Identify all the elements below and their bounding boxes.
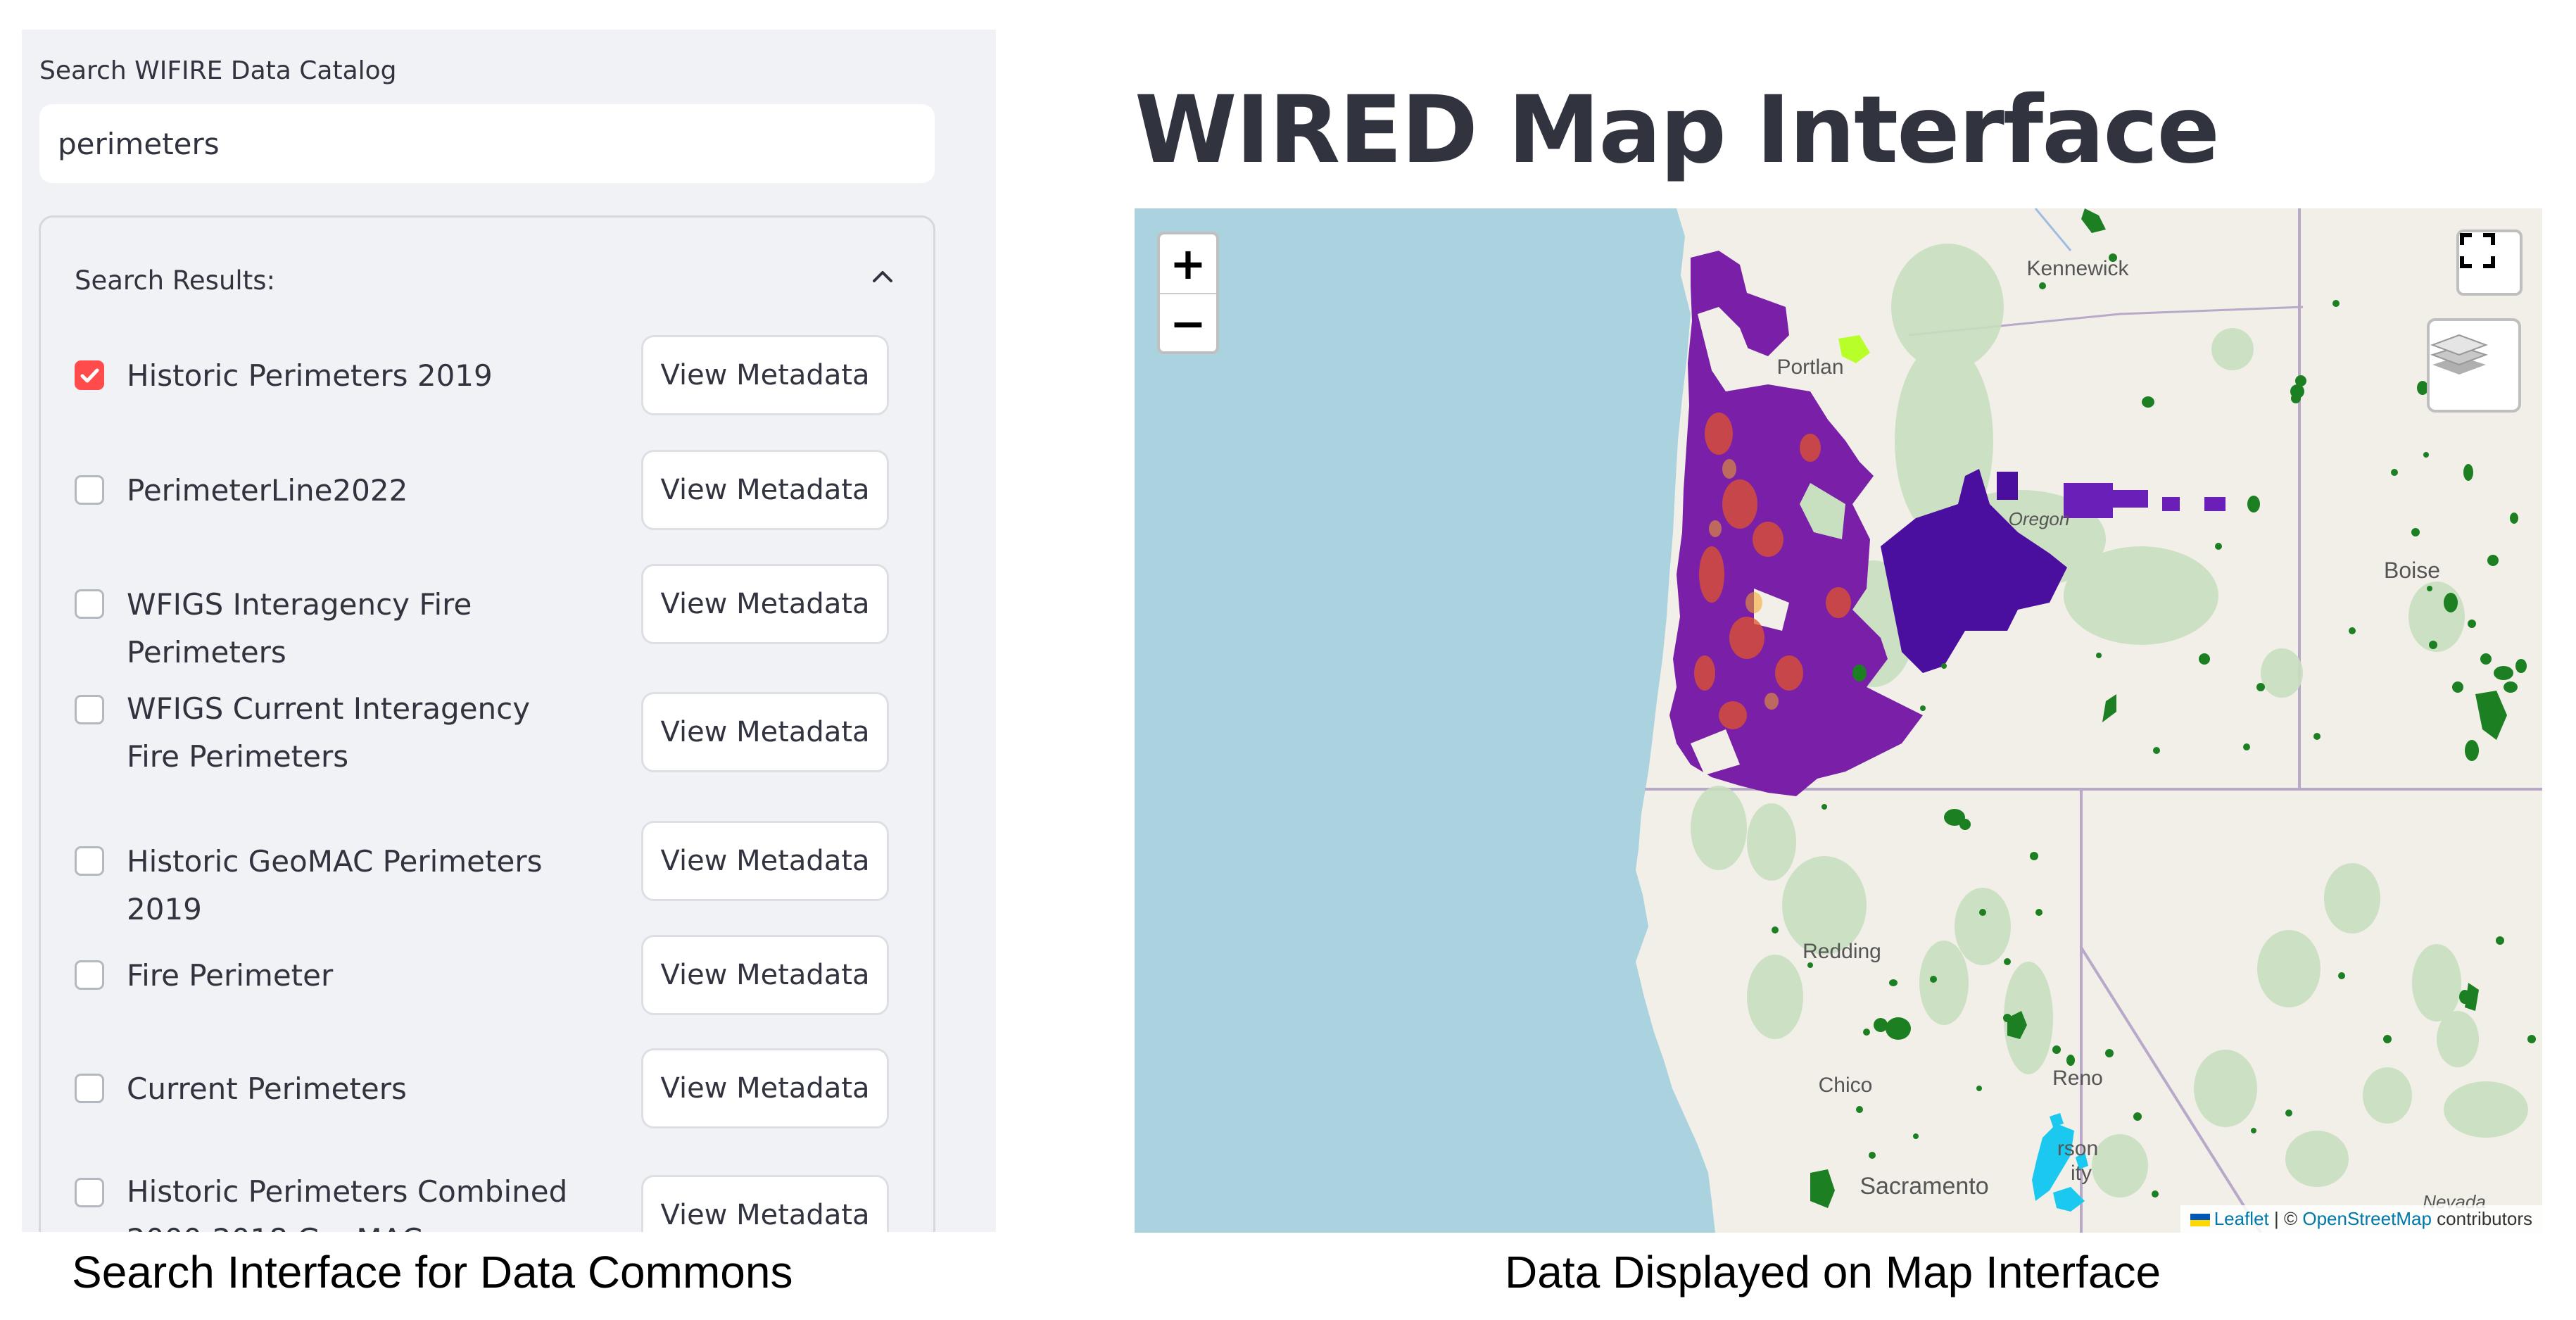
left-caption: Search Interface for Data Commons [72,1247,793,1297]
city-label-carson: rson [2057,1137,2098,1160]
search-panel: Search WIFIRE Data Catalog Search Result… [22,30,996,1232]
city-label-redding: Redding [1802,940,1881,963]
checkbox[interactable] [75,960,104,990]
zoom-out-button[interactable]: − [1160,294,1216,353]
result-row: Historic Perimeters 2019 View Metadata [41,327,933,425]
result-label: WFIGS Interagency Fire Perimeters [127,587,472,670]
state-label-oregon: Oregon [2009,508,2070,529]
result-label: Historic GeoMAC Perimeters 2019 [127,844,543,926]
city-label-chico: Chico [1819,1074,1873,1097]
result-label: Historic Perimeters 2019 [127,358,493,393]
result-label: Fire Perimeter [127,958,334,993]
city-label-sacramento: Sacramento [1860,1173,1988,1200]
zoom-in-button[interactable]: + [1160,234,1216,294]
result-row: PerimeterLine2022 View Metadata [41,441,933,540]
checkbox[interactable] [75,1178,104,1207]
city-label-portland: Portlan [1776,356,1843,379]
result-row: Current Perimeters View Metadata [41,1040,933,1138]
result-row: Historic Perimeters Combined 2000-2018 G… [41,1151,933,1232]
right-caption: Data Displayed on Map Interface [1505,1247,2161,1297]
layers-icon [2430,334,2489,375]
map-attribution: Leaflet | © OpenStreetMap contributors [2180,1205,2542,1233]
fullscreen-icon [2460,233,2495,268]
view-metadata-button[interactable]: View Metadata [641,1175,889,1232]
fullscreen-button[interactable] [2456,230,2523,296]
osm-link[interactable]: OpenStreetMap [2302,1208,2432,1229]
result-label: WFIGS Current Interagency Fire Perimeter… [127,691,531,774]
view-metadata-button[interactable]: View Metadata [641,935,889,1015]
attribution-contributors: contributors [2431,1208,2532,1229]
ocean [1135,208,1715,1233]
result-label: Historic Perimeters Combined 2000-2018 G… [127,1174,568,1232]
search-label: Search WIFIRE Data Catalog [39,56,397,85]
city-label-reno: Reno [2052,1067,2103,1090]
layers-button[interactable] [2427,318,2521,413]
search-results-expander: Search Results: Historic Perimeters 2019… [39,215,935,1232]
leaflet-link[interactable]: Leaflet [2214,1208,2269,1229]
view-metadata-button[interactable]: View Metadata [641,564,889,644]
view-metadata-button[interactable]: View Metadata [641,821,889,901]
chevron-up-icon[interactable] [869,263,897,291]
ukraine-flag-icon [2190,1214,2210,1227]
page-title: WIRED Map Interface [1135,76,2220,184]
view-metadata-button[interactable]: View Metadata [641,450,889,530]
map-tiles: Kennewick Portlan Oregon Boise Redding C… [1135,208,2542,1233]
checkbox[interactable] [75,695,104,724]
zoom-control: + − [1157,232,1219,354]
check-icon [80,368,99,383]
checkbox[interactable] [75,475,104,505]
map-view[interactable]: Kennewick Portlan Oregon Boise Redding C… [1135,208,2542,1233]
result-row: WFIGS Current Interagency Fire Perimeter… [41,668,933,795]
city-label-carson-city: ity [2071,1162,2092,1185]
result-row: Fire Perimeter View Metadata [41,926,933,1025]
view-metadata-button[interactable]: View Metadata [641,335,889,415]
search-input[interactable] [39,104,935,183]
results-header: Search Results: [75,265,275,296]
view-metadata-button[interactable]: View Metadata [641,1048,889,1129]
result-label: Current Perimeters [127,1071,407,1106]
city-label-boise: Boise [2384,558,2440,583]
checkbox[interactable] [75,589,104,619]
checkbox[interactable] [75,846,104,876]
result-row: Historic GeoMAC Perimeters 2019 View Met… [41,812,933,926]
attribution-separator: | © [2268,1208,2303,1229]
result-label: PerimeterLine2022 [127,473,408,508]
city-label-kennewick: Kennewick [2026,257,2129,280]
view-metadata-button[interactable]: View Metadata [641,692,889,772]
checkbox[interactable] [75,1074,104,1103]
checkbox-checked[interactable] [75,360,104,390]
result-row: WFIGS Interagency Fire Perimeters View M… [41,555,933,670]
